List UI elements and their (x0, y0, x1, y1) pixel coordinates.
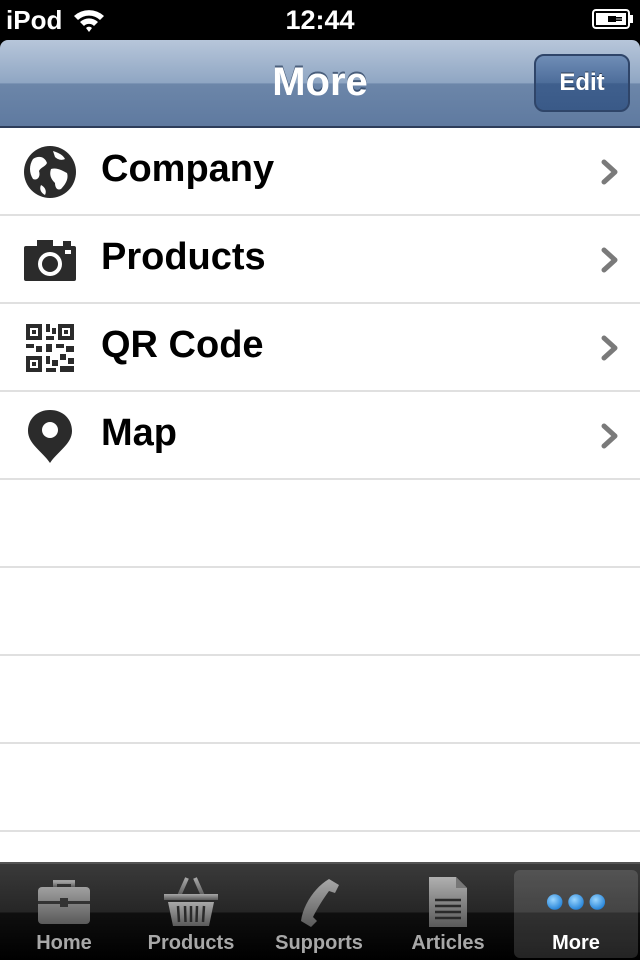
tab-articles[interactable]: Articles (386, 870, 510, 958)
navigation-bar: More Edit (0, 40, 640, 128)
list-item-qr-code[interactable]: QR Code (0, 304, 640, 392)
basket-icon (161, 874, 221, 930)
phone-icon (289, 874, 349, 930)
globe-icon (22, 144, 78, 200)
tab-supports[interactable]: Supports (257, 870, 381, 958)
empty-row (0, 832, 640, 862)
tab-label: Supports (275, 932, 363, 954)
list-item-label: QR Code (101, 324, 264, 366)
chevron-right-icon (601, 335, 618, 361)
chevron-right-icon (601, 247, 618, 273)
more-dots-icon (546, 874, 606, 930)
battery-charging-icon (592, 9, 633, 29)
tab-label: Articles (411, 932, 485, 954)
edit-button[interactable]: Edit (534, 54, 630, 112)
empty-row (0, 480, 640, 568)
chevron-right-icon (601, 423, 618, 449)
tab-products[interactable]: Products (129, 870, 253, 958)
tab-more[interactable]: More (514, 870, 638, 958)
status-time: 12:44 (285, 5, 355, 35)
briefcase-icon (34, 874, 94, 930)
list-item-label: Company (101, 148, 275, 190)
camera-icon (22, 232, 78, 288)
empty-row (0, 568, 640, 656)
tab-home[interactable]: Home (2, 870, 126, 958)
document-icon (418, 874, 478, 930)
qr-code-icon (22, 320, 78, 376)
more-list: Company Products QR Code Map (0, 128, 640, 862)
chevron-right-icon (601, 159, 618, 185)
tab-bar: Home Products Supports Articles More (0, 862, 640, 960)
empty-row (0, 656, 640, 744)
list-item-map[interactable]: Map (0, 392, 640, 480)
list-item-label: Products (101, 236, 266, 278)
list-item-label: Map (101, 412, 177, 454)
tab-label: More (552, 932, 600, 954)
status-bar: iPod 12:44 (0, 0, 640, 40)
tab-label: Home (36, 932, 92, 954)
map-pin-icon (22, 408, 78, 464)
list-item-company[interactable]: Company (0, 128, 640, 216)
tab-label: Products (147, 932, 235, 954)
list-item-products[interactable]: Products (0, 216, 640, 304)
empty-row (0, 744, 640, 832)
